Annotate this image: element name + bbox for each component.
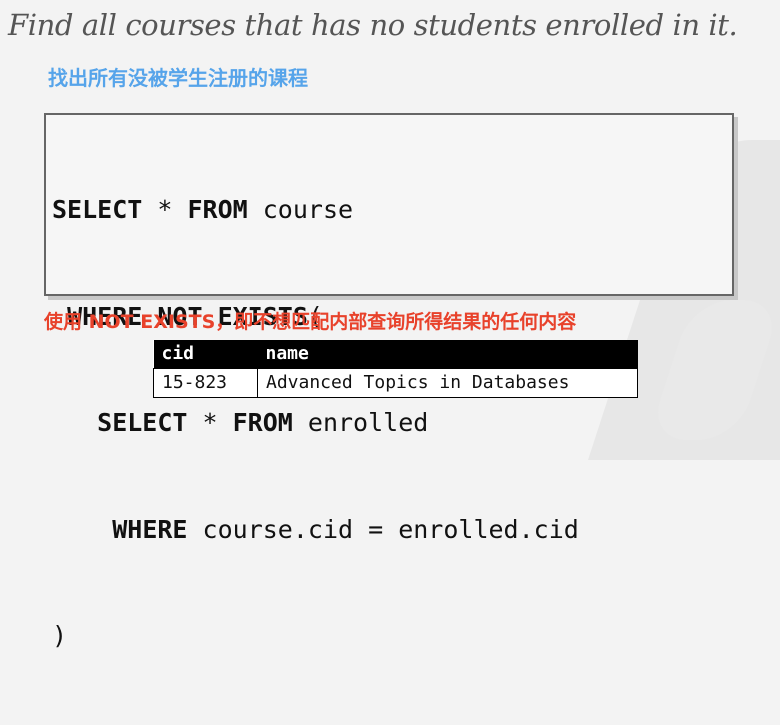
result-table: cid name 15-823 Advanced Topics in Datab… — [153, 340, 638, 398]
table-cell-name: Advanced Topics in Databases — [257, 368, 638, 398]
sql-line-1: SELECT * FROM course — [52, 192, 579, 228]
sql-line-4: WHERE course.cid = enrolled.cid — [52, 512, 579, 548]
table-row: 15-823 Advanced Topics in Databases — [153, 368, 638, 398]
slide-title: Find all courses that has no students en… — [8, 8, 738, 42]
sql-indent — [52, 408, 97, 437]
column-header-name: name — [257, 340, 638, 369]
sql-keyword: FROM — [232, 408, 293, 437]
chinese-subtitle: 找出所有没被学生注册的课程 — [48, 66, 308, 90]
sql-keyword: SELECT — [97, 408, 188, 437]
sql-keyword: WHERE — [112, 514, 188, 544]
sql-text: ) — [52, 621, 68, 650]
sql-line-3: SELECT * FROM enrolled — [52, 405, 579, 441]
table-header-row: cid name — [153, 340, 638, 369]
sql-keyword: SELECT — [52, 195, 143, 224]
sql-indent — [52, 515, 112, 544]
sql-code-box: SELECT * FROM course WHERE NOT EXISTS( S… — [44, 113, 734, 650]
sql-text: course — [247, 195, 354, 224]
sql-text: * — [187, 408, 233, 437]
sql-text: course.cid = enrolled.cid — [187, 514, 579, 544]
sql-text: enrolled — [292, 408, 429, 437]
sql-text: * — [142, 195, 188, 224]
sql-code: SELECT * FROM course WHERE NOT EXISTS( S… — [52, 121, 579, 725]
column-header-cid: cid — [153, 340, 258, 369]
table-cell-cid: 15-823 — [153, 368, 258, 398]
sql-line-5: ) — [52, 618, 579, 654]
chinese-note: 使用 NOT EXISTS，即不想匹配内部查询所得结果的任何内容 — [44, 311, 577, 333]
sql-keyword: FROM — [187, 195, 248, 224]
